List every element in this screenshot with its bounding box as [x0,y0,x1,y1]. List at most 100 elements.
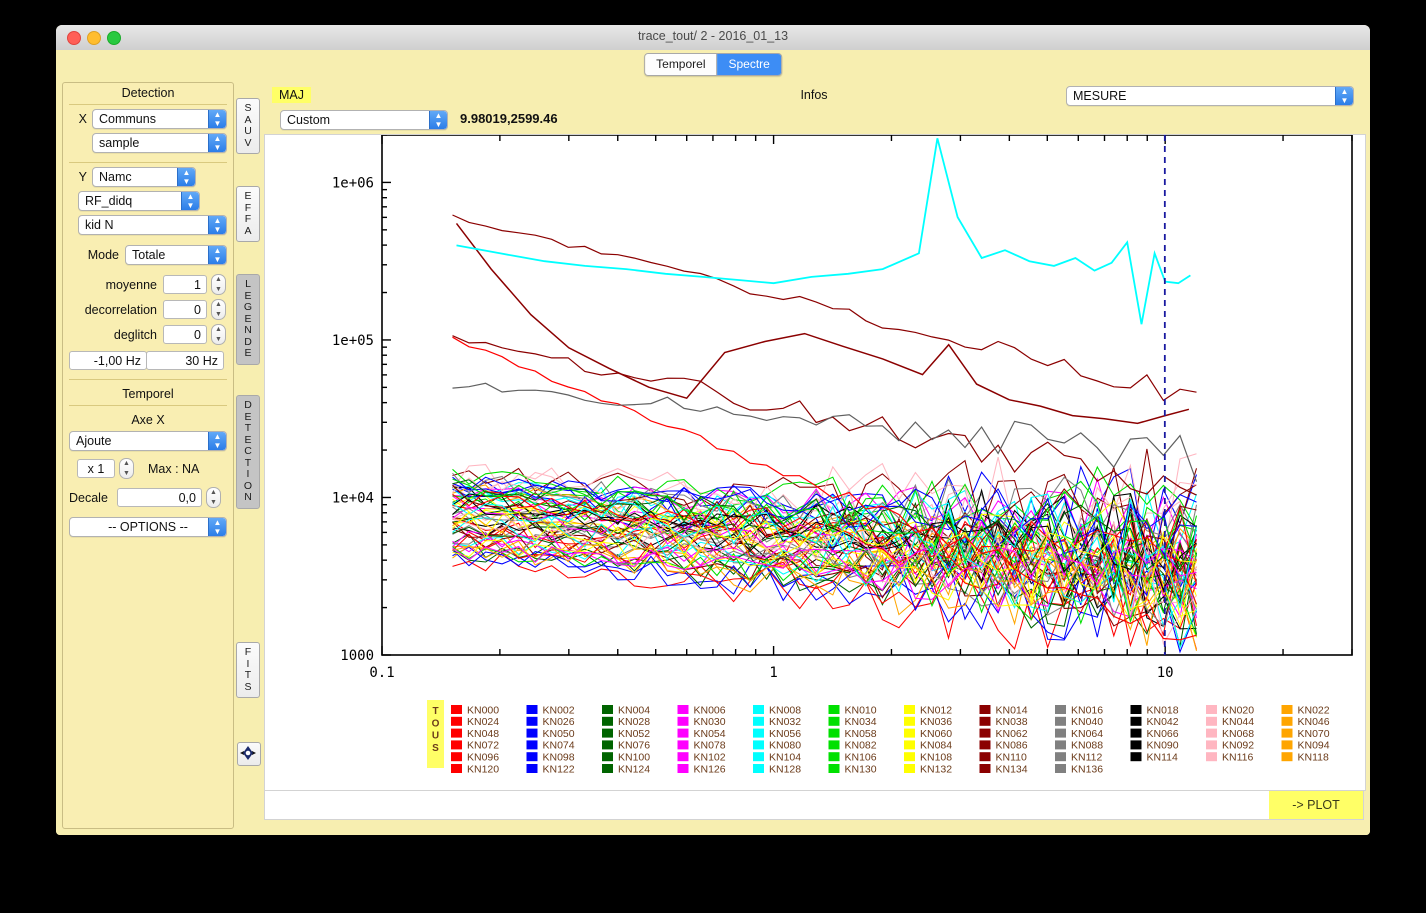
svg-text:U: U [432,731,439,742]
plot-card[interactable]: 10001e+041e+051e+060.1110 TOUSKN000KN024… [264,134,1366,791]
info-bar: MAJ Infos MESURE ▲▼ Custom ▲▼ 9.98019,25… [264,82,1364,134]
decale-stepper[interactable]: ▲▼ [206,487,221,508]
svg-text:KN132: KN132 [920,763,952,775]
y-kid-select[interactable]: kid N ▲▼ [78,215,227,235]
diamond-navigator-icon[interactable] [237,742,261,766]
svg-text:T: T [432,706,438,717]
sidetab-legende[interactable]: LEGENDE [236,274,260,365]
tab-temporel[interactable]: Temporel [645,54,717,75]
svg-text:KN046: KN046 [1298,716,1330,728]
svg-text:KN116: KN116 [1222,752,1253,764]
svg-text:KN114: KN114 [1147,752,1178,764]
options-select[interactable]: -- OPTIONS -- ▲▼ [69,517,227,537]
x-field-select[interactable]: sample ▲▼ [92,133,227,153]
cursor-coordinates: 9.98019,2599.46 [460,111,558,126]
y-signal-row: RF_didq ▲▼ [69,191,227,211]
y-signal-select[interactable]: RF_didq ▲▼ [78,191,200,211]
chevron-updown-icon: ▲▼ [208,432,226,450]
screen: trace_tout/ 2 - 2016_01_13 Temporel Spec… [0,0,1426,913]
svg-text:KN072: KN072 [467,740,499,752]
svg-text:KN082: KN082 [845,740,877,752]
svg-text:KN040: KN040 [1071,716,1103,728]
decorrelation-row: decorrelation 0 ▲▼ [69,299,227,320]
mode-select[interactable]: Totale ▲▼ [125,245,227,265]
decale-row: Decale 0,0 ▲▼ [69,487,227,508]
divider [69,104,227,105]
svg-text:KN066: KN066 [1147,728,1179,740]
svg-text:KN068: KN068 [1222,728,1254,740]
svg-text:KN022: KN022 [1298,704,1330,716]
svg-text:KN094: KN094 [1298,740,1330,752]
svg-text:KN064: KN064 [1071,728,1103,740]
content-area: MAJ Infos MESURE ▲▼ Custom ▲▼ 9.98019,25… [264,82,1364,827]
decorrelation-stepper[interactable]: ▲▼ [211,299,226,320]
decale-label: Decale [69,491,117,505]
svg-text:KN106: KN106 [845,752,877,764]
y-signal-value: RF_didq [85,194,132,208]
svg-text:KN078: KN078 [694,740,726,752]
chevron-updown-icon: ▲▼ [181,192,199,210]
svg-text:KN032: KN032 [769,716,801,728]
svg-text:KN028: KN028 [618,716,650,728]
mode-value: Totale [132,248,165,262]
range-select[interactable]: Custom ▲▼ [280,110,448,130]
svg-text:KN010: KN010 [845,704,877,716]
freq-min-input[interactable]: -1,00 Hz [69,351,147,370]
svg-text:S: S [432,743,439,754]
svg-text:KN130: KN130 [845,763,877,775]
svg-text:KN054: KN054 [694,728,726,740]
chevron-updown-icon: ▲▼ [429,111,447,129]
sidetab-fits[interactable]: FITS [236,642,260,698]
svg-text:KN044: KN044 [1222,716,1254,728]
y-source-select[interactable]: Namc ▲▼ [92,167,196,187]
deglitch-input[interactable]: 0 [163,325,207,344]
svg-text:KN096: KN096 [467,752,499,764]
x-field-value: sample [99,136,139,150]
x-source-value: Communs [99,112,156,126]
svg-text:1000: 1000 [340,648,374,664]
multiplier-input[interactable]: x 1 [77,459,115,478]
axe-x-mode-select[interactable]: Ajoute ▲▼ [69,431,227,451]
window-body: Temporel Spectre Detection X Communs ▲▼ … [56,50,1370,835]
sidetab-effa[interactable]: EFFA [236,186,260,242]
svg-text:KN118: KN118 [1298,752,1329,764]
chevron-updown-icon: ▲▼ [208,518,226,536]
moyenne-stepper[interactable]: ▲▼ [211,274,226,295]
detection-title: Detection [63,83,233,100]
x-field-row: sample ▲▼ [69,133,227,153]
moyenne-input[interactable]: 1 [163,275,207,294]
title-bar[interactable]: trace_tout/ 2 - 2016_01_13 [56,25,1370,51]
mesure-value: MESURE [1073,89,1126,103]
plot-legend[interactable]: TOUSKN000KN024KN048KN072KN096KN120KN002K… [427,700,1330,775]
svg-text:KN136: KN136 [1071,763,1103,775]
detection-panel: Detection X Communs ▲▼ sample ▲▼ Y [62,82,234,829]
spectrum-plot[interactable]: 10001e+041e+051e+060.1110 TOUSKN000KN024… [265,135,1365,788]
svg-text:KN004: KN004 [618,704,650,716]
svg-text:KN048: KN048 [467,728,499,740]
mesure-select[interactable]: MESURE ▲▼ [1066,86,1354,106]
svg-text:KN050: KN050 [543,728,575,740]
tab-spectre[interactable]: Spectre [718,54,781,75]
multiplier-stepper[interactable]: ▲▼ [119,458,134,479]
svg-text:KN134: KN134 [996,763,1028,775]
tab-bar: Temporel Spectre [56,50,1370,78]
svg-text:KN034: KN034 [845,716,877,728]
moyenne-label: moyenne [69,278,157,292]
sidetab-sauv[interactable]: SAUV [236,98,260,154]
svg-text:KN088: KN088 [1071,740,1103,752]
sidetab-detection[interactable]: DETECTION [236,395,260,509]
deglitch-stepper[interactable]: ▲▼ [211,324,226,345]
decale-input[interactable]: 0,0 [117,488,202,507]
svg-text:KN038: KN038 [996,716,1028,728]
plot-button[interactable]: -> PLOT [1269,791,1363,819]
x-source-select[interactable]: Communs ▲▼ [92,109,227,129]
tab-group: Temporel Spectre [644,53,782,76]
freq-range-row: -1,00 Hz 30 Hz [69,351,227,370]
chevron-updown-icon: ▲▼ [177,168,195,186]
decorrelation-input[interactable]: 0 [163,300,207,319]
svg-text:KN108: KN108 [920,752,952,764]
svg-text:KN076: KN076 [618,740,650,752]
freq-max-input[interactable]: 30 Hz [146,351,224,370]
svg-text:KN002: KN002 [543,704,575,716]
svg-text:KN074: KN074 [543,740,575,752]
